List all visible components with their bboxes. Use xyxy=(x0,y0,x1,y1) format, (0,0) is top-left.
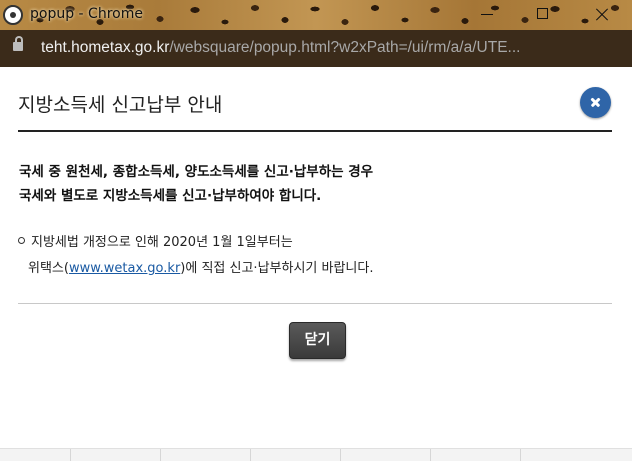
bullet-line-1: 지방세법 개정으로 인해 2020년 1월 1일부터는 xyxy=(18,230,373,256)
notice-line-1: 국세 중 원천세, 종합소득세, 양도소득세를 신고·납부하는 경우 xyxy=(19,164,374,180)
bottom-strip xyxy=(0,448,632,461)
popup-title: 지방소득세 신고납부 안내 xyxy=(18,94,223,116)
maximize-icon[interactable] xyxy=(520,0,566,30)
close-button[interactable]: 닫기 xyxy=(289,322,346,359)
close-icon[interactable] xyxy=(578,0,624,30)
notice-line-2: 국세와 별도로 지방소득세를 신고·납부하여야 합니다. xyxy=(19,188,322,204)
bullet-prefix: 위택스( xyxy=(28,261,69,276)
url-path: /websquare/popup.html?w2xPath=/ui/rm/a/a… xyxy=(169,39,521,56)
address-bar[interactable]: teht.hometax.go.kr/websquare/popup.html?… xyxy=(0,30,632,67)
info-bullet: 지방세법 개정으로 인해 2020년 1월 1일부터는 위택스(www.weta… xyxy=(18,230,373,282)
title-divider xyxy=(18,130,612,132)
notice-text: 국세 중 원천세, 종합소득세, 양도소득세를 신고·납부하는 경우 국세와 별… xyxy=(19,160,373,208)
url-text[interactable]: teht.hometax.go.kr/websquare/popup.html?… xyxy=(41,39,520,57)
bullet-suffix: )에 직접 신고·납부하시기 바랍니다. xyxy=(180,261,374,276)
window-titlebar: popup - Chrome xyxy=(0,0,632,30)
bullet-line-2: 위택스(www.wetax.go.kr)에 직접 신고·납부하시기 바랍니다. xyxy=(18,256,373,282)
popup-close-icon[interactable] xyxy=(580,87,611,118)
bullet-circle-icon xyxy=(18,237,25,244)
minimize-icon[interactable] xyxy=(464,0,510,30)
wetax-link[interactable]: www.wetax.go.kr xyxy=(69,261,180,276)
lock-icon[interactable] xyxy=(13,36,23,51)
url-domain: teht.hometax.go.kr xyxy=(41,39,170,56)
chrome-app-icon xyxy=(3,5,23,25)
window-title: popup - Chrome xyxy=(30,6,143,22)
bullet-text-1: 지방세법 개정으로 인해 2020년 1월 1일부터는 xyxy=(31,235,293,250)
content-divider xyxy=(18,303,612,304)
